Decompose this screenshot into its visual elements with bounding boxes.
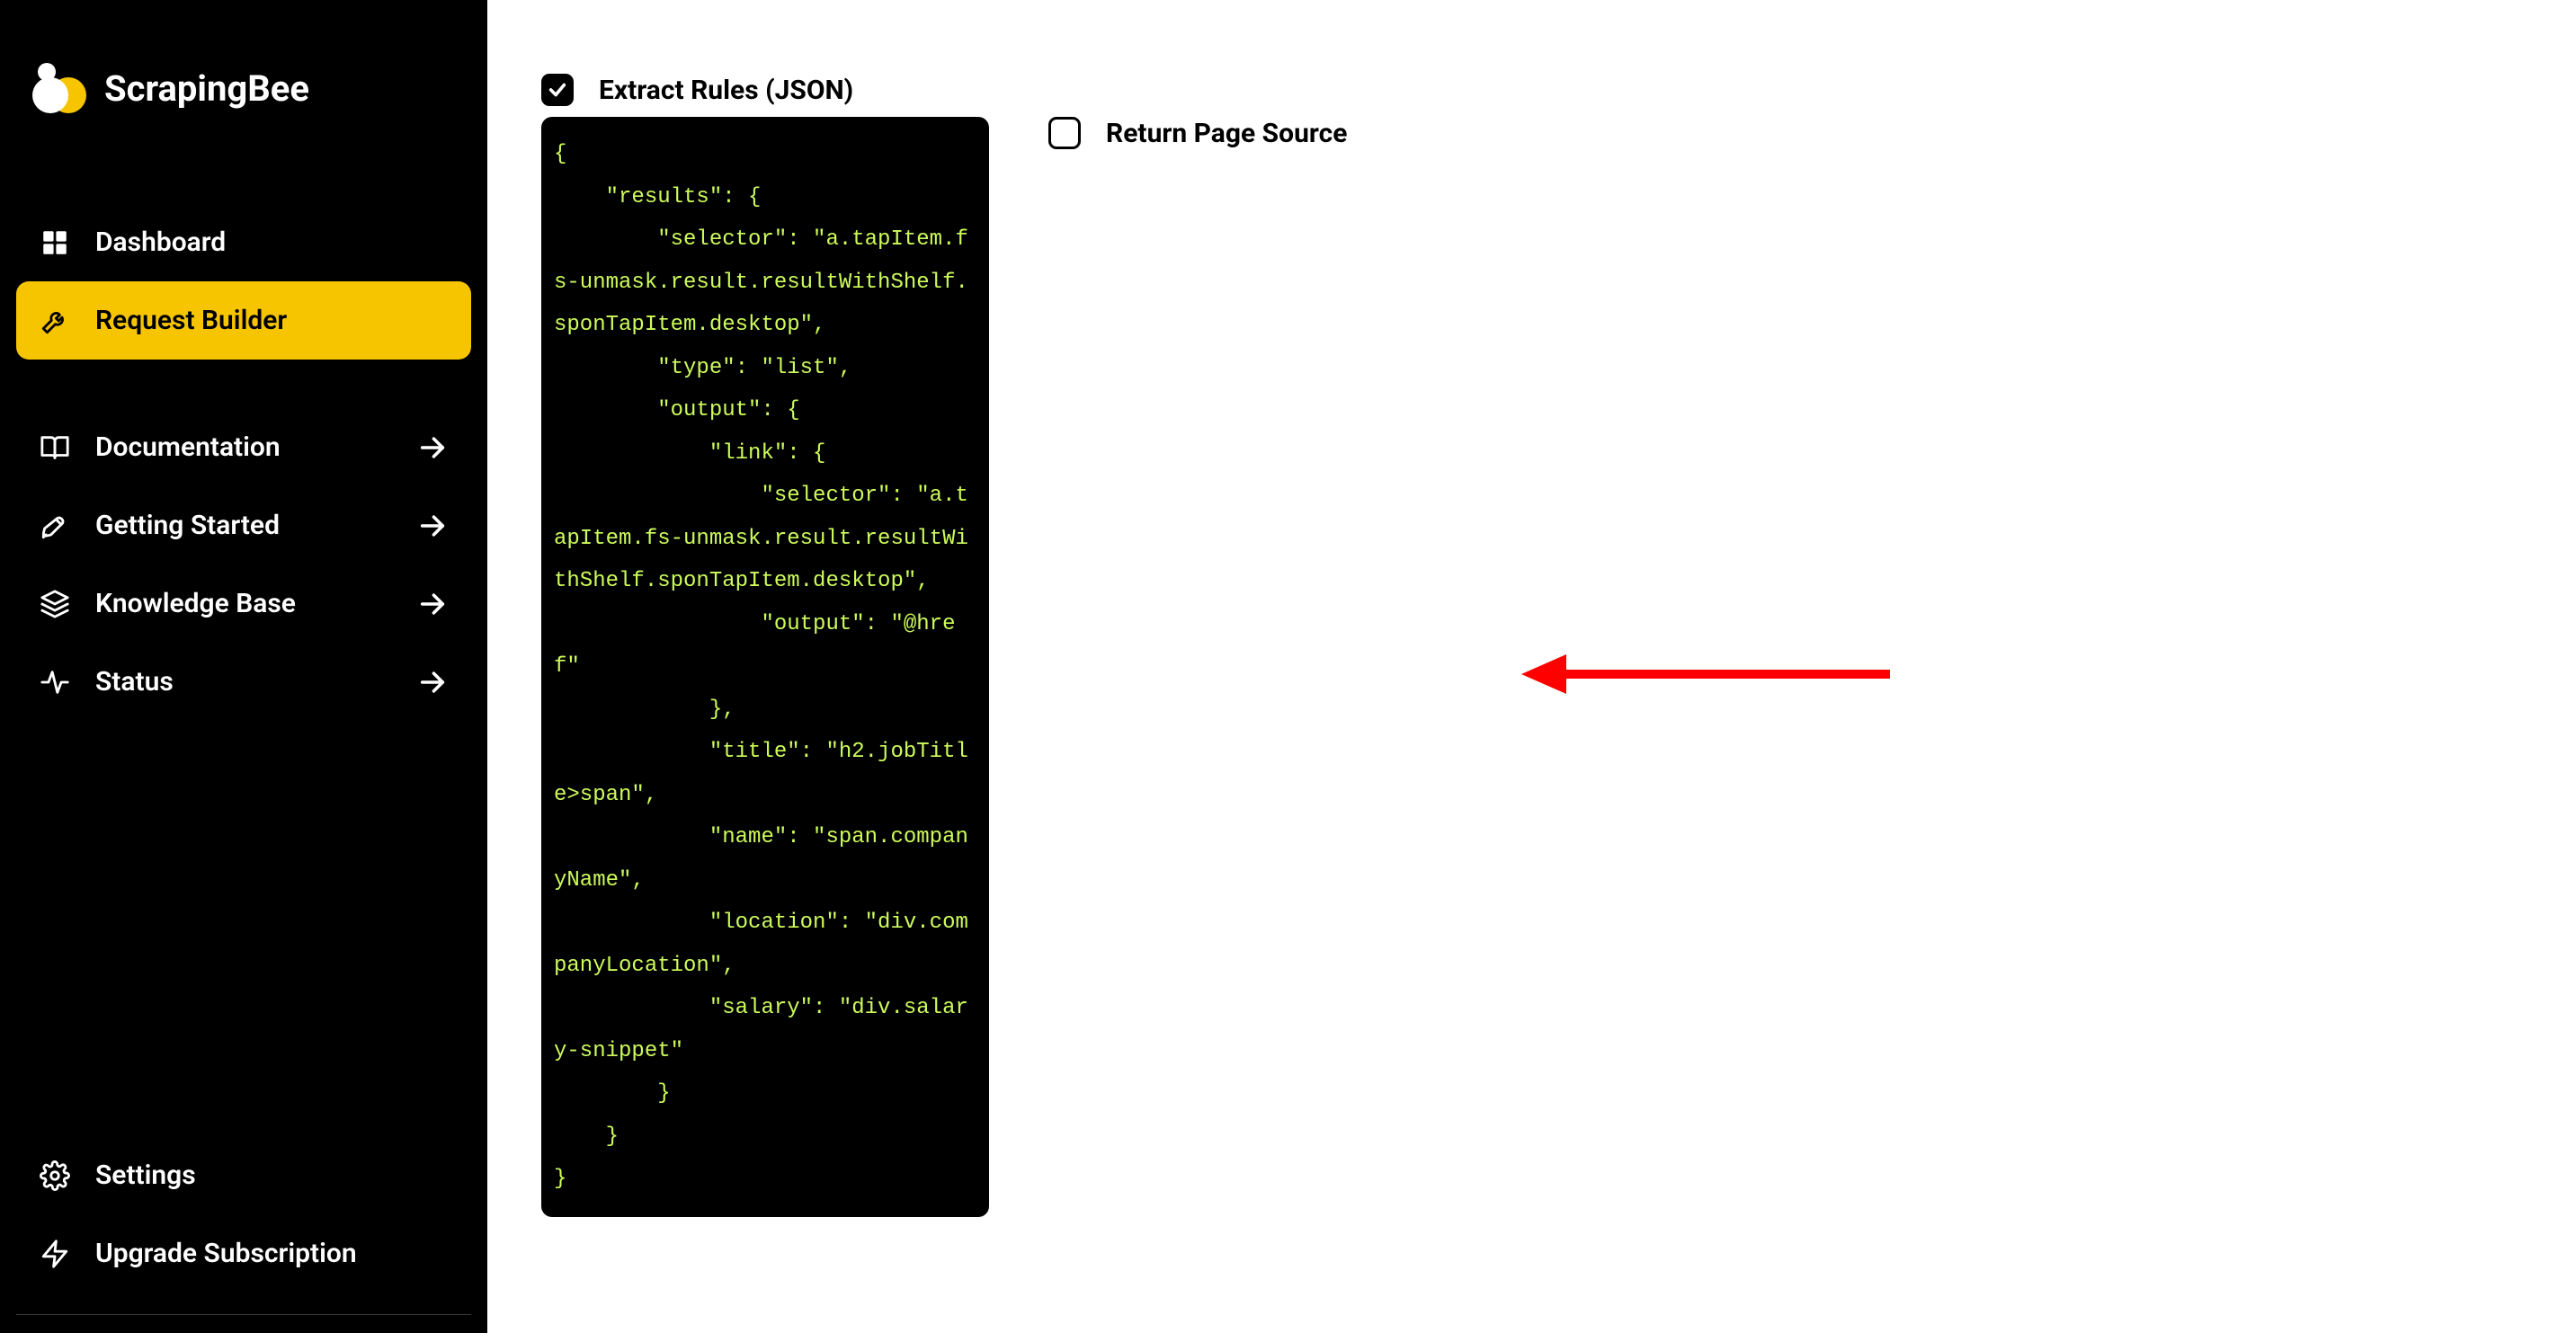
sidebar-item-getting-started[interactable]: Getting Started bbox=[16, 486, 471, 564]
sidebar-item-dashboard[interactable]: Dashboard bbox=[16, 203, 471, 281]
extract-rules-json-editor[interactable]: { "results": { "selector": "a.tapItem.fs… bbox=[541, 117, 989, 1217]
sidebar-item-request-builder[interactable]: Request Builder bbox=[16, 281, 471, 360]
extract-rules-checkbox[interactable] bbox=[541, 74, 574, 106]
grid-icon bbox=[40, 227, 70, 258]
activity-icon bbox=[40, 667, 70, 698]
return-source-checkbox[interactable] bbox=[1048, 117, 1081, 149]
main-content: Extract Rules (JSON) Return Page Source … bbox=[487, 0, 2576, 1333]
sidebar-item-label: Settings bbox=[95, 1160, 196, 1191]
sidebar-item-settings[interactable]: Settings bbox=[16, 1136, 471, 1214]
sidebar-item-upgrade[interactable]: Upgrade Subscription bbox=[16, 1214, 471, 1293]
extract-rules-label: Extract Rules (JSON) bbox=[599, 75, 853, 106]
wrench-icon bbox=[40, 306, 70, 336]
book-icon bbox=[40, 432, 70, 463]
bee-logo-icon bbox=[32, 63, 83, 113]
return-source-label: Return Page Source bbox=[1106, 118, 1347, 149]
gear-icon bbox=[40, 1160, 70, 1191]
sidebar-item-label: Knowledge Base bbox=[95, 588, 296, 619]
brand-logo[interactable]: ScrapingBee bbox=[16, 63, 471, 113]
sidebar-item-knowledge-base[interactable]: Knowledge Base bbox=[16, 564, 471, 643]
zap-icon bbox=[40, 1239, 70, 1269]
return-source-option[interactable]: Return Page Source bbox=[1048, 117, 1347, 149]
sidebar-item-label: Request Builder bbox=[95, 305, 287, 336]
sidebar-item-status[interactable]: Status bbox=[16, 643, 471, 721]
sidebar-item-label: Status bbox=[95, 666, 174, 698]
sidebar-item-documentation[interactable]: Documentation bbox=[16, 408, 471, 486]
arrow-right-icon bbox=[417, 432, 448, 463]
layers-icon bbox=[40, 589, 70, 619]
sidebar-item-label: Dashboard bbox=[95, 227, 226, 258]
extract-rules-option[interactable]: Extract Rules (JSON) bbox=[541, 74, 853, 106]
brand-name: ScrapingBee bbox=[104, 67, 309, 110]
arrow-right-icon bbox=[417, 511, 448, 541]
sidebar: ScrapingBee Dashboard Request Builder Do… bbox=[0, 0, 487, 1333]
arrow-right-icon bbox=[417, 589, 448, 619]
arrow-annotation bbox=[1521, 647, 1899, 701]
sidebar-item-label: Documentation bbox=[95, 431, 281, 463]
sidebar-item-label: Upgrade Subscription bbox=[95, 1238, 357, 1269]
rocket-icon bbox=[40, 511, 70, 541]
sidebar-item-label: Getting Started bbox=[95, 510, 280, 541]
sidebar-divider bbox=[16, 1314, 471, 1315]
arrow-right-icon bbox=[417, 667, 448, 698]
